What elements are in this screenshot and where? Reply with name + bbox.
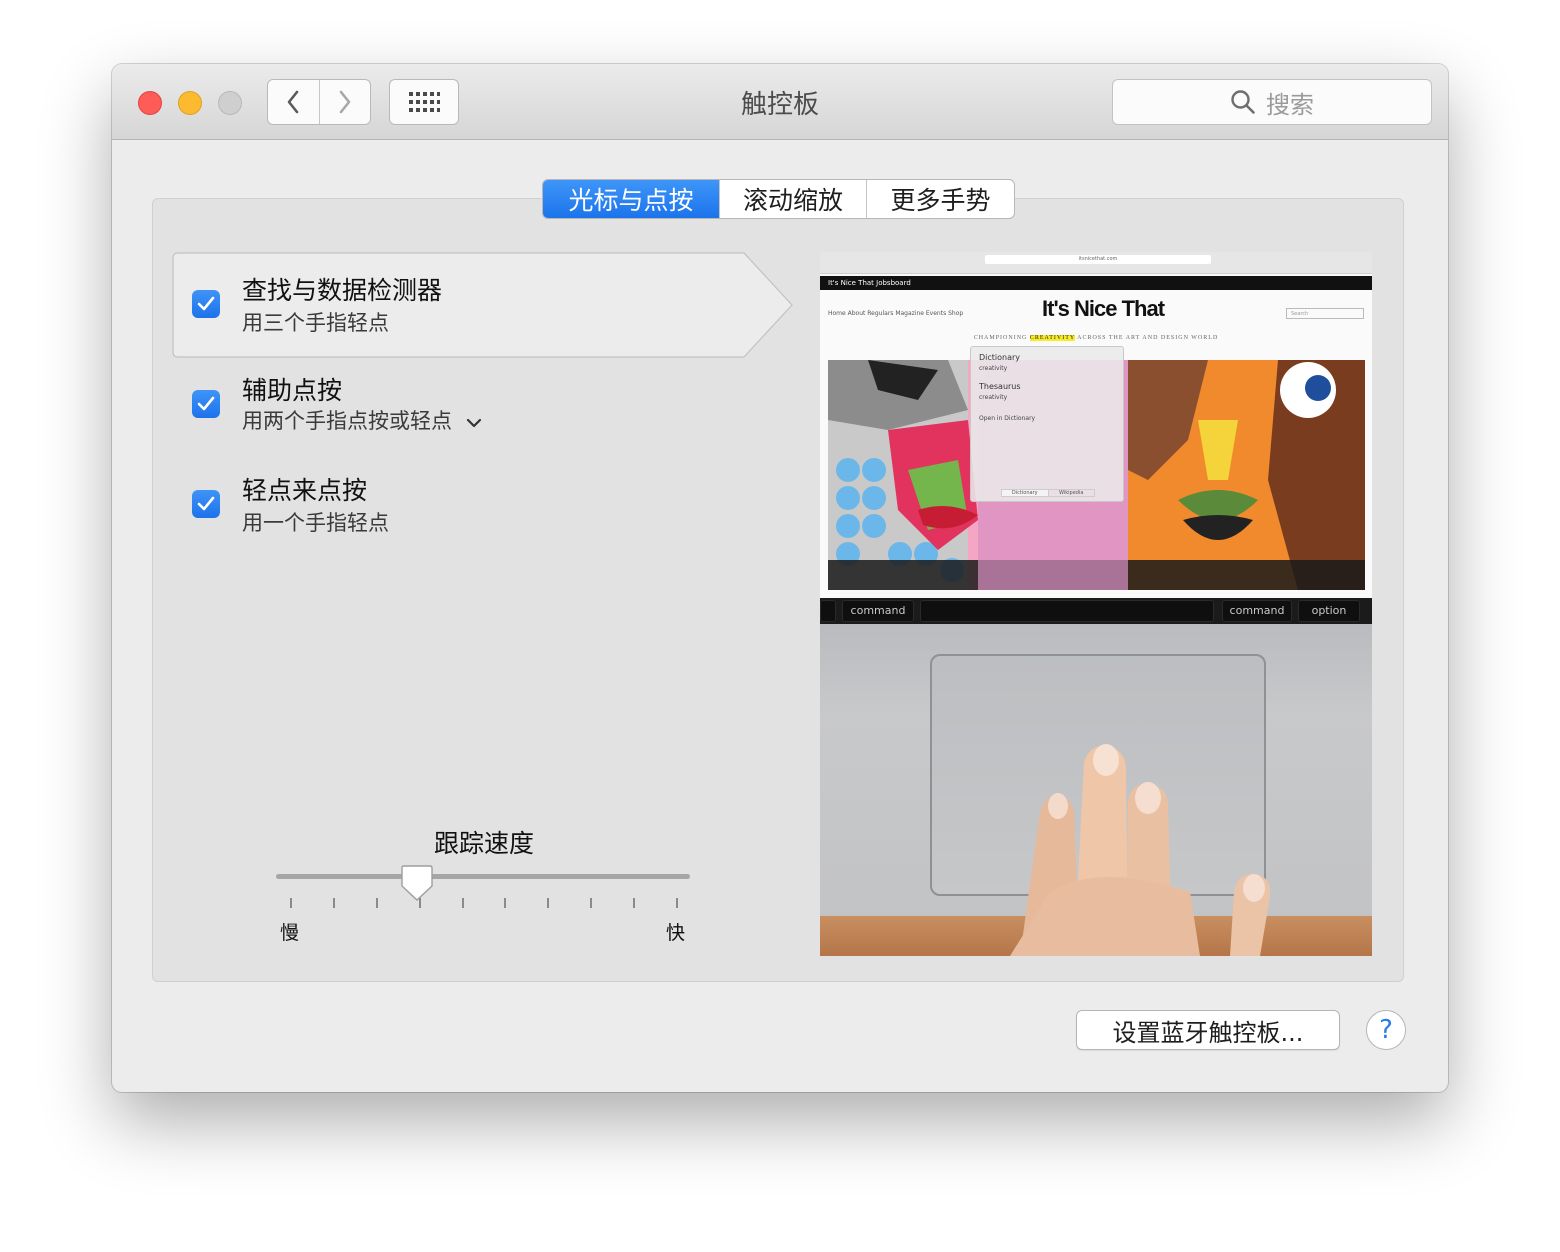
hand-image xyxy=(1010,744,1271,956)
chevron-down-icon[interactable] xyxy=(466,410,482,434)
option-subtitle: 用三个手指轻点 xyxy=(242,311,389,335)
slider-min-label: 慢 xyxy=(280,922,300,944)
key-command-right: command xyxy=(1222,600,1292,622)
tab-bar: 光标与点按 滚动缩放 更多手势 xyxy=(542,179,1015,219)
tab-more-gestures[interactable]: 更多手势 xyxy=(866,180,1014,218)
key-command-left: command xyxy=(842,600,914,622)
preview-nav: Home About Regulars Magazine Events Shop xyxy=(828,310,964,317)
checkmark-icon xyxy=(197,296,215,311)
preview-search: Search xyxy=(1286,308,1364,319)
help-button[interactable]: ? xyxy=(1366,1010,1406,1050)
checkbox-tap-to-click[interactable] xyxy=(192,490,220,518)
slider-ticks xyxy=(276,898,690,910)
popup-tab-dictionary: Dictionary xyxy=(1001,489,1049,497)
slider-tick xyxy=(676,898,678,908)
preview-topbar: It's Nice That Jobsboard xyxy=(820,276,1372,290)
tagline-highlight: CREATIVITY xyxy=(1029,335,1075,341)
slider-thumb[interactable] xyxy=(400,864,434,902)
slider-tick xyxy=(332,898,335,908)
tagline-before: CHAMPIONING xyxy=(973,335,1030,341)
search-field[interactable]: 搜索 xyxy=(1112,79,1432,125)
preview-url: itsnicethat.com xyxy=(985,255,1211,264)
popup-thesaurus-heading: Thesaurus xyxy=(979,382,1021,391)
option-subtitle: 用两个手指点按或轻点 xyxy=(242,409,452,433)
popup-tab-wikipedia: Wikipedia xyxy=(1048,489,1095,497)
lookup-popup: Dictionary creativity Thesaurus creativi… xyxy=(970,346,1124,502)
preview-logo: It's Nice That xyxy=(1042,296,1165,321)
slider-tick xyxy=(547,898,550,908)
slider-tick xyxy=(633,898,636,908)
tab-scroll-and-zoom[interactable]: 滚动缩放 xyxy=(719,180,866,218)
title-bar: 触控板 搜索 xyxy=(112,64,1448,140)
search-icon xyxy=(1231,90,1255,114)
slider-tick xyxy=(590,898,593,908)
option-title: 轻点来点按 xyxy=(242,476,368,505)
search-placeholder: 搜索 xyxy=(1266,90,1314,119)
tracking-speed-label: 跟踪速度 xyxy=(433,829,534,858)
gesture-preview: itsnicethat.com It's Nice That Jobsboard… xyxy=(820,252,1372,956)
popup-word: creativity xyxy=(979,365,1008,372)
slider-max-label: 快 xyxy=(666,922,686,944)
option-title: 辅助点按 xyxy=(242,376,343,405)
slider-tick xyxy=(375,898,378,908)
slider-tick xyxy=(290,898,292,908)
key-option: option xyxy=(1298,600,1360,622)
option-subtitle-dropdown[interactable]: 用两个手指点按或轻点 xyxy=(242,405,482,435)
tagline-after: ACROSS THE ART AND DESIGN WORLD xyxy=(1074,335,1219,341)
popup-word: creativity xyxy=(979,394,1008,401)
checkmark-icon xyxy=(197,396,215,411)
popup-dictionary-heading: Dictionary xyxy=(979,353,1021,362)
preview-tagline: CHAMPIONING CREATIVITY ACROSS THE ART AN… xyxy=(820,335,1372,341)
checkbox-secondary-click[interactable] xyxy=(192,390,220,418)
checkmark-icon xyxy=(197,496,215,511)
tab-point-and-click[interactable]: 光标与点按 xyxy=(543,180,719,218)
tracking-speed-slider[interactable] xyxy=(276,874,690,879)
preferences-window: 触控板 搜索 光标与点按 滚动缩放 更多手势 查找与数据检测器 用三个手指轻点 … xyxy=(112,64,1448,1092)
preview-browser-chrome: itsnicethat.com xyxy=(820,252,1372,274)
key xyxy=(820,600,836,622)
preview-webpage: itsnicethat.com It's Nice That Jobsboard… xyxy=(820,252,1372,598)
slider-tick xyxy=(461,898,464,908)
popup-open-link: Open in Dictionary xyxy=(979,415,1036,422)
slider-tick xyxy=(504,898,507,908)
option-subtitle: 用一个手指轻点 xyxy=(242,511,389,535)
key-space xyxy=(920,600,1214,622)
option-title: 查找与数据检测器 xyxy=(242,276,443,305)
checkbox-lookup[interactable] xyxy=(192,290,220,318)
setup-bluetooth-trackpad-button[interactable]: 设置蓝牙触控板... xyxy=(1076,1010,1340,1050)
